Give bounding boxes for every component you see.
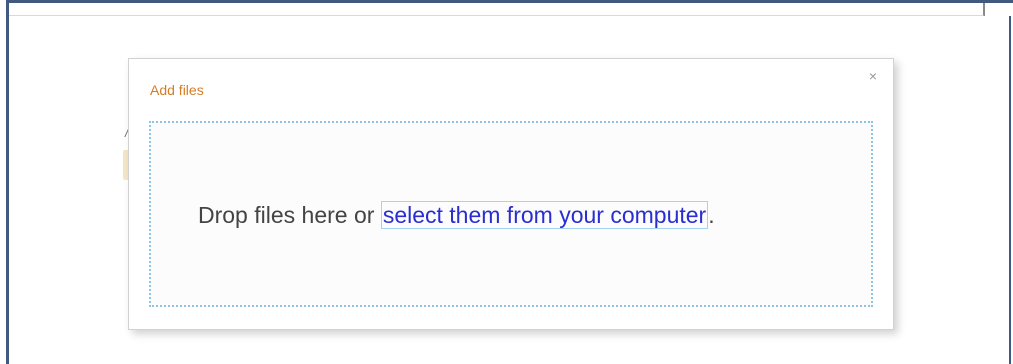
dialog-title: Add files: [150, 82, 204, 98]
frame-top-strip: [9, 3, 984, 16]
file-drop-zone[interactable]: Drop files here or select them from your…: [149, 121, 873, 307]
frame-right-top-corner: [984, 3, 1013, 16]
drop-suffix-text: .: [708, 202, 715, 228]
select-files-link[interactable]: select them from your computer: [380, 201, 709, 229]
frame-right-border: [1009, 16, 1011, 364]
drop-prefix-text: Drop files here or: [198, 202, 381, 228]
close-icon: ×: [868, 68, 878, 84]
drop-instructions: Drop files here or select them from your…: [198, 201, 715, 229]
add-files-dialog: Add files × Drop files here or select th…: [128, 58, 894, 330]
close-button[interactable]: ×: [866, 69, 880, 83]
frame-left-border: [6, 0, 9, 364]
